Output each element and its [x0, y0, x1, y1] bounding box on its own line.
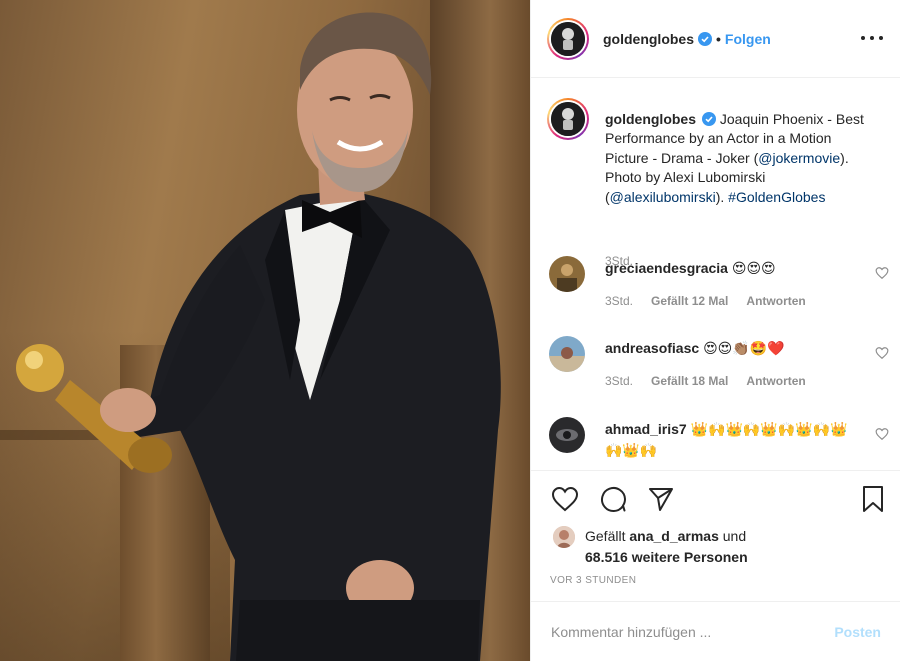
comment-icon[interactable] [599, 485, 627, 513]
liker-username[interactable]: ana_d_armas [629, 528, 719, 544]
post-side-panel: goldenglobes • Folgen goldenglobes Joaqu… [530, 0, 900, 661]
mention-link[interactable]: @alexilubomirski [610, 189, 716, 205]
avatar[interactable] [549, 417, 585, 453]
post-photo[interactable] [0, 0, 530, 661]
verified-badge-icon [698, 31, 712, 46]
mention-link[interactable]: @jokermovie [758, 150, 840, 166]
heart-icon[interactable] [875, 346, 889, 360]
hashtag-link[interactable]: #GoldenGlobes [728, 189, 825, 205]
avatar[interactable] [553, 526, 575, 548]
comment-username[interactable]: greciaendesgracia [605, 260, 728, 276]
header-separator: • [716, 30, 721, 47]
comments-list[interactable]: goldenglobes Joaquin Phoenix - Best Perf… [531, 78, 900, 470]
instagram-post: goldenglobes • Folgen goldenglobes Joaqu… [0, 0, 900, 661]
comment-time[interactable]: 3Std. [605, 374, 633, 388]
heart-icon[interactable] [875, 427, 889, 441]
avatar[interactable] [547, 17, 589, 60]
header-username[interactable]: goldenglobes [603, 31, 694, 47]
comment-text: 😍😍😍 [731, 261, 776, 277]
comment-input[interactable] [551, 623, 811, 640]
post-comment-button[interactable]: Posten [834, 624, 881, 640]
caption-text: goldenglobes Joaquin Phoenix - Best Perf… [605, 111, 864, 205]
reply-button[interactable]: Antworten [746, 294, 805, 308]
avatar[interactable] [549, 336, 585, 372]
comment-time[interactable]: 3Std. [605, 294, 633, 308]
photo-subject [16, 12, 501, 661]
comment-likes[interactable]: Gefällt 18 Mal [651, 374, 728, 388]
likes-count[interactable]: 68.516 weitere Personen [585, 549, 748, 565]
comment-text: 😍😍👏🏽🤩❤️ [703, 341, 785, 357]
comment-item: ahmad_iris7 👑🙌👑🙌👑🙌👑🙌👑🙌👑🙌 [549, 417, 889, 470]
verified-badge-icon [702, 112, 716, 126]
comment-likes[interactable]: Gefällt 12 Mal [651, 294, 728, 308]
caption-username[interactable]: goldenglobes [605, 111, 696, 127]
heart-icon[interactable] [551, 485, 579, 513]
comment-username[interactable]: ahmad_iris7 [605, 421, 687, 437]
reply-button[interactable]: Antworten [746, 374, 805, 388]
heart-icon[interactable] [875, 266, 889, 280]
paper-plane-icon[interactable] [647, 485, 675, 513]
comment-username[interactable]: andreasofiasc [605, 340, 699, 356]
comment-item: greciaendesgracia 😍😍😍 3Std. Gefällt 12 Ma… [549, 256, 889, 316]
more-horizontal-icon[interactable] [861, 28, 883, 48]
post-actions: Gefällt ana_d_armas und 68.516 weitere P… [531, 470, 900, 600]
avatar[interactable] [549, 256, 585, 292]
post-header: goldenglobes • Folgen [531, 0, 900, 78]
golden-globe-avatar-icon [551, 21, 585, 56]
bookmark-icon[interactable] [859, 485, 887, 513]
comment-item: andreasofiasc 😍😍👏🏽🤩❤️ 3Std. Gefällt 18 Ma… [549, 336, 889, 396]
add-comment-bar: Posten [531, 601, 900, 661]
follow-button[interactable]: Folgen [725, 31, 771, 47]
caption-avatar[interactable] [547, 98, 589, 140]
post-timestamp[interactable]: VOR 3 STUNDEN [550, 575, 636, 586]
golden-globe-avatar-icon [551, 102, 585, 136]
likes-summary: Gefällt ana_d_armas und 68.516 weitere P… [553, 526, 883, 568]
